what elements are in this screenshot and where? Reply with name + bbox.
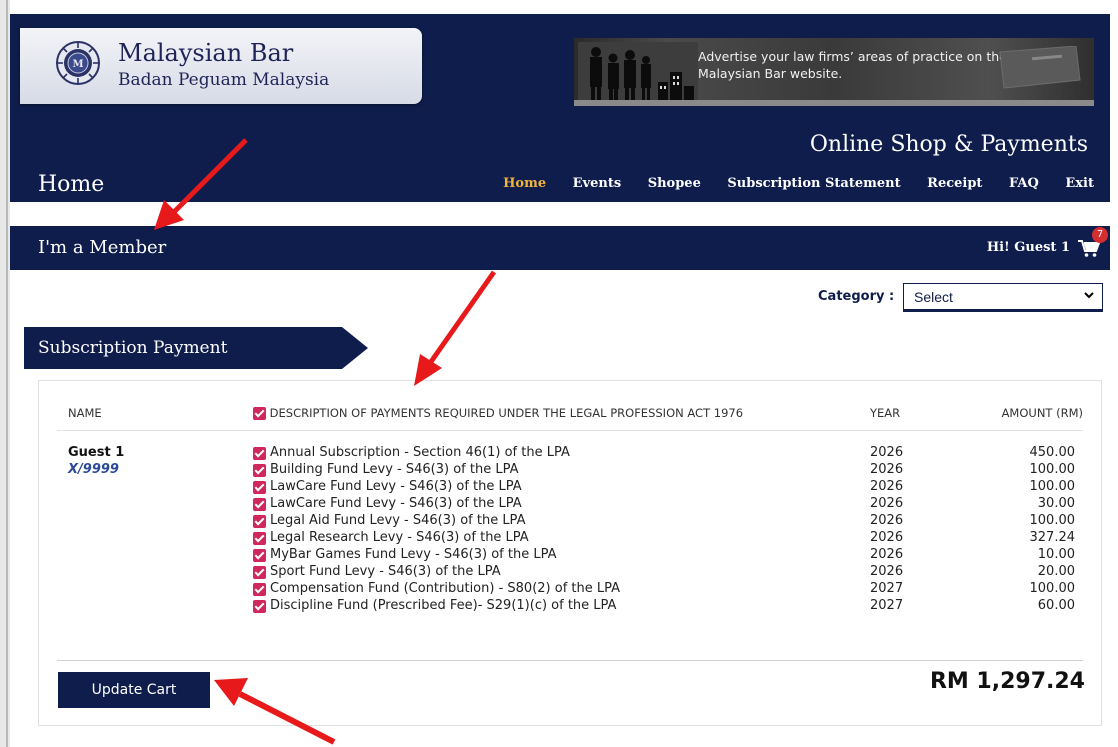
- payment-amount: 100.00: [1029, 513, 1076, 528]
- table-row: Discipline Fund (Prescribed Fee)- S29(1)…: [253, 598, 1083, 615]
- payment-item-checkbox[interactable]: [253, 464, 266, 477]
- nav-item-receipt[interactable]: Receipt: [927, 176, 982, 191]
- nav-item-exit[interactable]: Exit: [1065, 176, 1094, 191]
- malaysian-bar-crest-icon: M: [56, 41, 100, 85]
- member-bar: I'm a Member Hi! Guest 1 7: [10, 226, 1110, 270]
- payment-item-checkbox[interactable]: [253, 566, 266, 579]
- column-header-description-text: DESCRIPTION OF PAYMENTS REQUIRED UNDER T…: [269, 406, 744, 420]
- payment-description: Building Fund Levy - S46(3) of the LPA: [270, 462, 519, 477]
- shop-title: Online Shop & Payments: [809, 132, 1088, 157]
- payment-year: 2027: [870, 581, 904, 596]
- ad-people-silhouette-icon: [578, 42, 698, 104]
- nav-item-home[interactable]: Home: [503, 176, 546, 191]
- payment-description: Legal Aid Fund Levy - S46(3) of the LPA: [270, 513, 526, 528]
- table-row: Compensation Fund (Contribution) - S80(2…: [253, 581, 1083, 598]
- payment-item-checkbox[interactable]: [253, 481, 266, 494]
- page-title: Home: [38, 172, 105, 197]
- table-row: LawCare Fund Levy - S46(3) of the LPA 202…: [253, 479, 1083, 496]
- payment-year: 2026: [870, 496, 904, 511]
- payment-amount: 100.00: [1029, 462, 1076, 477]
- ad-text: Advertise your law firms’ areas of pract…: [698, 49, 1007, 81]
- update-cart-button[interactable]: Update Cart: [58, 672, 210, 708]
- site-logo[interactable]: M Malaysian Bar Badan Peguam Malaysia: [20, 28, 422, 104]
- table-row: MyBar Games Fund Levy - S46(3) of the LP…: [253, 547, 1083, 564]
- payment-item-checkbox[interactable]: [253, 549, 266, 562]
- payment-description: Legal Research Levy - S46(3) of the LPA: [270, 530, 529, 545]
- nav-item-faq[interactable]: FAQ: [1009, 176, 1039, 191]
- category-selected-value: Select: [914, 289, 953, 305]
- payment-year: 2026: [870, 513, 904, 528]
- footer-divider: [57, 660, 1083, 661]
- nav-item-events[interactable]: Events: [573, 176, 622, 191]
- window-left-rail: [0, 0, 10, 747]
- payment-year: 2026: [870, 530, 904, 545]
- payment-rows: Annual Subscription - Section 46(1) of t…: [253, 445, 1083, 615]
- main-nav: Home Events Shopee Subscription Statemen…: [481, 176, 1094, 191]
- advertisement-banner[interactable]: Advertise your law firms’ areas of pract…: [574, 38, 1094, 106]
- payment-amount: 327.24: [1029, 530, 1076, 545]
- payment-year: 2026: [870, 445, 904, 460]
- payment-amount: 100.00: [1029, 479, 1076, 494]
- payment-amount: 10.00: [1037, 547, 1075, 562]
- total-amount: RM 1,297.24: [929, 669, 1085, 694]
- payment-description: Discipline Fund (Prescribed Fee)- S29(1)…: [270, 598, 617, 613]
- payment-panel: NAME DESCRIPTION OF PAYMENTS REQUIRED UN…: [38, 380, 1102, 726]
- user-greeting: Hi! Guest 1: [986, 240, 1070, 255]
- ad-bottom-strip: [574, 100, 1094, 106]
- brand-name: Malaysian Bar: [118, 39, 294, 67]
- select-all-checkbox[interactable]: [253, 407, 266, 420]
- rail-line: [6, 0, 8, 747]
- payment-year: 2027: [870, 598, 904, 613]
- payment-year: 2026: [870, 547, 904, 562]
- payment-amount: 60.00: [1037, 598, 1075, 613]
- chevron-down-icon: [1084, 292, 1094, 299]
- member-bar-title: I'm a Member: [38, 237, 167, 258]
- table-row: Sport Fund Levy - S46(3) of the LPA 2026 2…: [253, 564, 1083, 581]
- annotation-arrow-description: [414, 270, 497, 386]
- payment-description: LawCare Fund Levy - S46(3) of the LPA: [270, 496, 522, 511]
- payment-item-checkbox[interactable]: [253, 583, 266, 596]
- member-name: Guest 1: [68, 445, 125, 460]
- payment-description: Compensation Fund (Contribution) - S80(2…: [270, 581, 621, 596]
- column-header-name: NAME: [68, 406, 102, 420]
- brand-subname: Badan Peguam Malaysia: [118, 70, 330, 90]
- payment-item-checkbox[interactable]: [253, 532, 266, 545]
- column-header-description: DESCRIPTION OF PAYMENTS REQUIRED UNDER T…: [253, 406, 743, 420]
- payment-item-checkbox[interactable]: [253, 498, 266, 511]
- subscription-payment-tab: Subscription Payment: [24, 327, 368, 369]
- payment-year: 2026: [870, 564, 904, 579]
- payment-description: MyBar Games Fund Levy - S46(3) of the LP…: [270, 547, 557, 562]
- ad-business-card-icon: [999, 46, 1081, 89]
- column-header-amount: AMOUNT (RM): [1001, 406, 1083, 420]
- table-row: Building Fund Levy - S46(3) of the LPA 20…: [253, 462, 1083, 479]
- payment-item-checkbox[interactable]: [253, 600, 266, 613]
- payment-amount: 30.00: [1037, 496, 1075, 511]
- section-tab-label: Subscription Payment: [38, 338, 228, 358]
- category-select[interactable]: Select: [903, 283, 1103, 312]
- page: Advertise your law firms’ areas of pract…: [10, 0, 1118, 747]
- payment-item-checkbox[interactable]: [253, 515, 266, 528]
- payment-amount: 20.00: [1037, 564, 1075, 579]
- payment-amount: 450.00: [1029, 445, 1076, 460]
- nav-item-subscription-statement[interactable]: Subscription Statement: [727, 176, 900, 191]
- payment-amount: 100.00: [1029, 581, 1076, 596]
- member-number: X/9999: [68, 462, 119, 477]
- table-row: Legal Research Levy - S46(3) of the LPA 2…: [253, 530, 1083, 547]
- payment-description: Annual Subscription - Section 46(1) of t…: [270, 445, 570, 460]
- column-header-year: YEAR: [870, 406, 901, 420]
- cart-count-badge: 7: [1092, 227, 1108, 243]
- table-row: Annual Subscription - Section 46(1) of t…: [253, 445, 1083, 462]
- header-divider: [57, 430, 1083, 431]
- table-row: Legal Aid Fund Levy - S46(3) of the LPA 2…: [253, 513, 1083, 530]
- payment-item-checkbox[interactable]: [253, 447, 266, 460]
- svg-text:M: M: [72, 59, 83, 70]
- nav-item-shopee[interactable]: Shopee: [648, 176, 701, 191]
- category-label: Category :: [818, 289, 895, 304]
- payment-year: 2026: [870, 462, 904, 477]
- table-row: LawCare Fund Levy - S46(3) of the LPA 202…: [253, 496, 1083, 513]
- payment-description: Sport Fund Levy - S46(3) of the LPA: [270, 564, 501, 579]
- payment-year: 2026: [870, 479, 904, 494]
- payment-description: LawCare Fund Levy - S46(3) of the LPA: [270, 479, 522, 494]
